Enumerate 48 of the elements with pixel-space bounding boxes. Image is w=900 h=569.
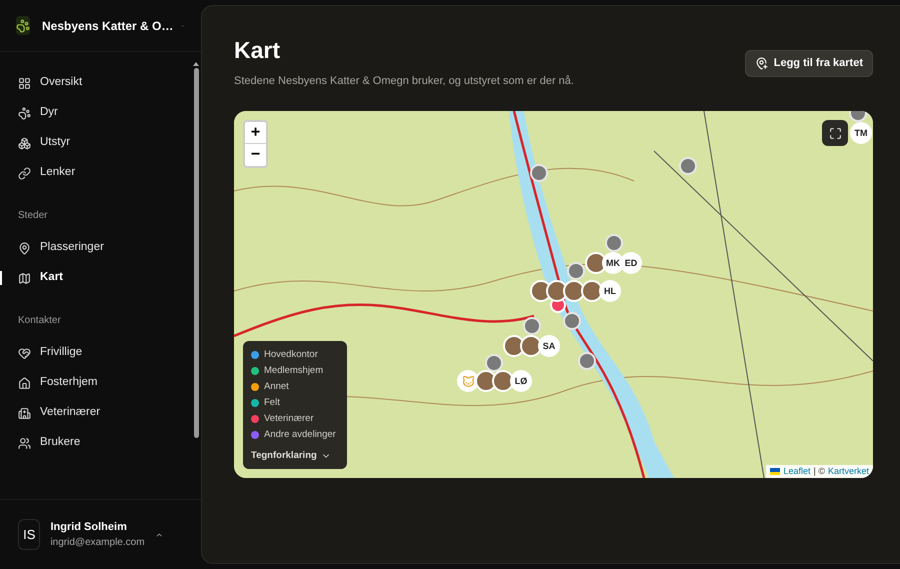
page-title: Kart (234, 36, 282, 65)
legend-toggle[interactable]: Tegnforklaring (251, 449, 339, 464)
sidebar-item[interactable]: Frivillige (0, 338, 192, 368)
house-icon (18, 376, 31, 390)
add-from-map-button[interactable]: Legg til fra kartet (744, 50, 873, 77)
grid-icon (18, 76, 31, 90)
leaflet-link[interactable]: Leaflet (783, 465, 810, 478)
legend-label: Annet (264, 380, 289, 394)
legend-label: Andre avdelinger (264, 428, 336, 442)
users-icon (18, 436, 31, 450)
kartverket-link[interactable]: Kartverket (828, 465, 869, 478)
user-email: ingrid@example.com (50, 536, 145, 550)
boxes-icon (18, 136, 31, 150)
sidebar-item[interactable]: Veterinærer (0, 398, 192, 428)
map-icon (18, 272, 31, 284)
legend-label: Felt (264, 396, 280, 410)
paw-icon (18, 106, 31, 120)
sidebar-item[interactable]: Brukere (0, 428, 192, 458)
scroll-up-arrow-icon[interactable] (193, 62, 199, 66)
page-subtitle: Stedene Nesbyens Katter & Omegn bruker, og utstyret som er der nå. (234, 74, 574, 89)
paw-logo-icon (16, 16, 30, 35)
sidebar-item[interactable]: Kart (0, 263, 192, 293)
legend-label: Veterinærer (264, 412, 314, 426)
attribution-separator: | © (814, 465, 825, 478)
map-pin-icon (18, 242, 31, 254)
sidebar-item[interactable]: Dyr (0, 98, 192, 128)
fullscreen-button[interactable] (822, 120, 848, 146)
cat-icon (462, 374, 474, 388)
link-icon (18, 166, 31, 180)
legend-label: Medlemshjem (264, 364, 324, 378)
sidebar-item[interactable]: Fosterhjem (0, 368, 192, 398)
zoom-out-button[interactable]: − (245, 144, 266, 166)
zoom-in-button[interactable]: + (245, 122, 266, 144)
legend-label: Hovedkontor (264, 348, 318, 362)
user-avatar: IS (18, 519, 40, 550)
heart-hand-icon (18, 346, 31, 360)
fullscreen-icon (828, 126, 842, 140)
section-heading: Steder (17, 209, 48, 223)
user-name: Ingrid Solheim (50, 520, 128, 535)
building-icon (18, 406, 31, 420)
sidebar-item[interactable]: Plasseringer (0, 233, 192, 263)
organization-name: Nesbyens Katter & O… (42, 18, 174, 34)
sidebar-item[interactable]: Lenker (0, 158, 192, 188)
map-pin-plus-icon (754, 57, 768, 70)
sidebar-item[interactable]: Utstyr (0, 128, 192, 158)
section-heading: Kontakter (17, 314, 62, 328)
ukraine-flag-icon (770, 468, 780, 476)
sidebar-item[interactable]: Oversikt (0, 68, 192, 98)
